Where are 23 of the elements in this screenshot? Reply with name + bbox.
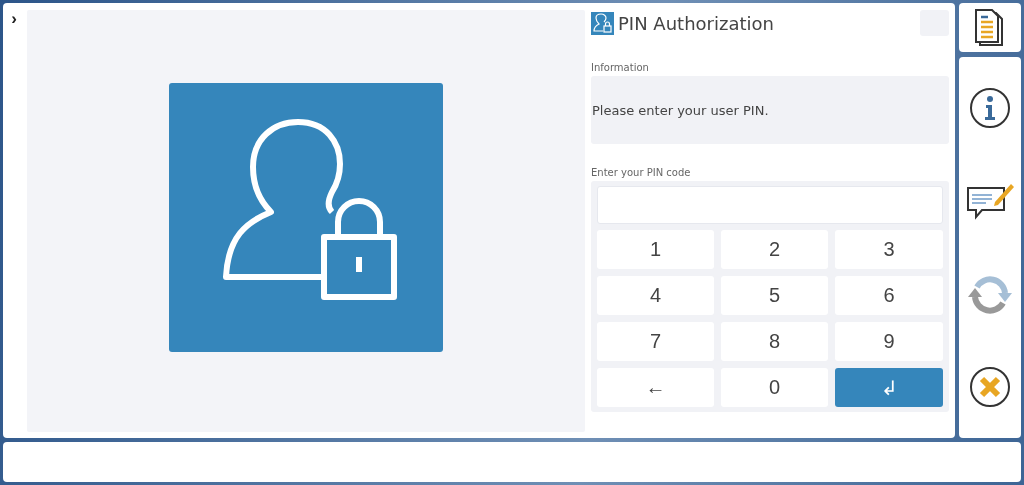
keypad-key[interactable]: 0 <box>721 368 828 407</box>
enter-key[interactable]: ↲ <box>835 368 943 407</box>
keypad-key[interactable]: 6 <box>835 276 943 315</box>
refresh-icon[interactable] <box>967 275 1013 316</box>
keypad-key[interactable]: ← <box>597 368 714 407</box>
keypad-key[interactable]: 9 <box>835 322 943 361</box>
pin-field[interactable] <box>597 186 943 224</box>
expand-toggle[interactable]: › <box>7 11 21 27</box>
keypad-key[interactable]: 8 <box>721 322 828 361</box>
keypad-key[interactable]: 3 <box>835 230 943 269</box>
cancel-icon[interactable] <box>969 366 1011 409</box>
user-lock-icon <box>591 11 614 35</box>
info-icon[interactable] <box>969 86 1011 129</box>
dialog-title: PIN Authorization <box>618 12 775 34</box>
keypad-key[interactable]: 1 <box>597 230 714 269</box>
information-message: Please enter your user PIN. <box>592 102 769 118</box>
information-label: Information <box>591 62 650 73</box>
document-button[interactable] <box>959 3 1021 52</box>
keypad-key[interactable]: 7 <box>597 322 714 361</box>
keypad-key[interactable]: 4 <box>597 276 714 315</box>
keypad-key[interactable]: 5 <box>721 276 828 315</box>
keypad-key[interactable]: 2 <box>721 230 828 269</box>
pin-label: Enter your PIN code <box>591 167 692 178</box>
